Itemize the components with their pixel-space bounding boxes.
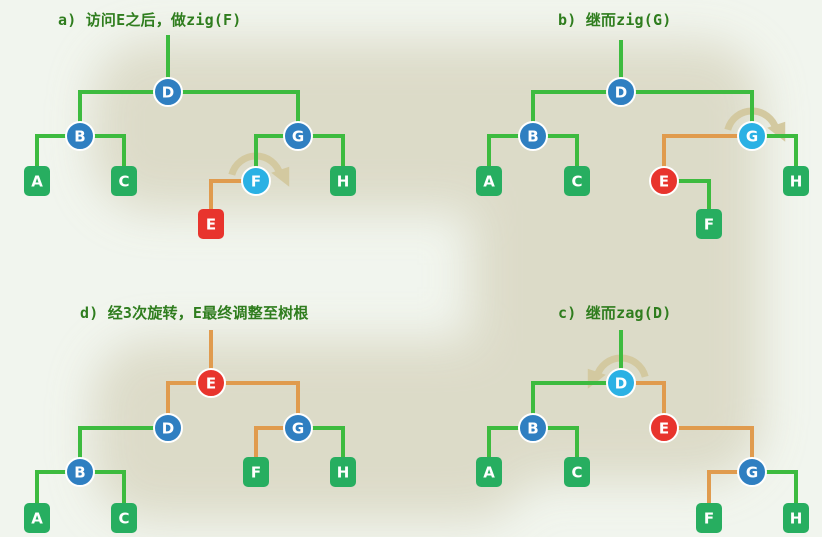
node-d-B: B	[65, 457, 95, 487]
node-b-G: G	[737, 121, 767, 151]
node-d-E: E	[196, 368, 226, 398]
svg-text:H: H	[337, 464, 350, 482]
svg-text:E: E	[659, 173, 669, 191]
node-a-G: G	[283, 121, 313, 151]
node-a-F: F	[241, 166, 271, 196]
node-c-C: C	[564, 457, 590, 487]
node-c-G: G	[737, 457, 767, 487]
node-a-E: E	[198, 209, 224, 239]
svg-text:C: C	[571, 173, 582, 191]
node-d-F: F	[243, 457, 269, 487]
edge-a-D-G	[168, 90, 300, 136]
node-a-B: B	[65, 121, 95, 151]
svg-text:H: H	[337, 173, 350, 191]
node-a-C: C	[111, 166, 137, 196]
node-b-B: B	[518, 121, 548, 151]
node-a-D: D	[153, 77, 183, 107]
node-d-G: G	[283, 413, 313, 443]
svg-text:H: H	[790, 173, 803, 191]
svg-text:B: B	[74, 128, 85, 146]
node-b-C: C	[564, 166, 590, 196]
svg-text:F: F	[251, 173, 261, 191]
node-c-B: B	[518, 413, 548, 443]
node-b-A: A	[476, 166, 502, 196]
svg-text:F: F	[704, 510, 714, 528]
svg-text:A: A	[483, 464, 495, 482]
svg-text:A: A	[31, 173, 43, 191]
node-d-D: D	[153, 413, 183, 443]
svg-text:G: G	[292, 128, 304, 146]
node-b-H: H	[783, 166, 809, 196]
svg-text:E: E	[206, 216, 216, 234]
node-b-E: E	[649, 166, 679, 196]
edge-b-D-G	[621, 90, 754, 136]
node-c-A: A	[476, 457, 502, 487]
node-d-C: C	[111, 503, 137, 533]
svg-text:G: G	[292, 420, 304, 438]
svg-text:H: H	[790, 510, 803, 528]
svg-text:D: D	[615, 375, 627, 393]
node-b-F: F	[696, 209, 722, 239]
svg-text:B: B	[527, 420, 538, 438]
caption-panel-b: b) 继而zig(G)	[558, 11, 672, 29]
node-b-D: D	[606, 77, 636, 107]
svg-text:A: A	[31, 510, 43, 528]
caption-panel-c: c) 继而zag(D)	[558, 304, 672, 322]
svg-text:G: G	[746, 464, 758, 482]
svg-text:F: F	[704, 216, 714, 234]
node-c-H: H	[783, 503, 809, 533]
node-c-F: F	[696, 503, 722, 533]
node-c-E: E	[649, 413, 679, 443]
node-d-A: A	[24, 503, 50, 533]
svg-text:B: B	[74, 464, 85, 482]
splay-rotation-diagram: D B G A C F H E D B G A C E H F D B E A C G F H E D G B F H A C	[24, 35, 809, 533]
svg-text:D: D	[615, 84, 627, 102]
caption-panel-d: d) 经3次旋转，E最终调整至树根	[80, 304, 309, 322]
svg-text:D: D	[162, 84, 174, 102]
svg-text:E: E	[206, 375, 216, 393]
node-a-A: A	[24, 166, 50, 196]
svg-text:C: C	[571, 464, 582, 482]
svg-text:B: B	[527, 128, 538, 146]
svg-text:F: F	[251, 464, 261, 482]
svg-text:G: G	[746, 128, 758, 146]
node-d-H: H	[330, 457, 356, 487]
caption-panel-a: a) 访问E之后，做zig(F)	[58, 11, 242, 29]
node-c-D: D	[606, 368, 636, 398]
node-a-H: H	[330, 166, 356, 196]
svg-text:C: C	[118, 173, 129, 191]
svg-text:E: E	[659, 420, 669, 438]
svg-text:D: D	[162, 420, 174, 438]
svg-text:C: C	[118, 510, 129, 528]
svg-text:A: A	[483, 173, 495, 191]
